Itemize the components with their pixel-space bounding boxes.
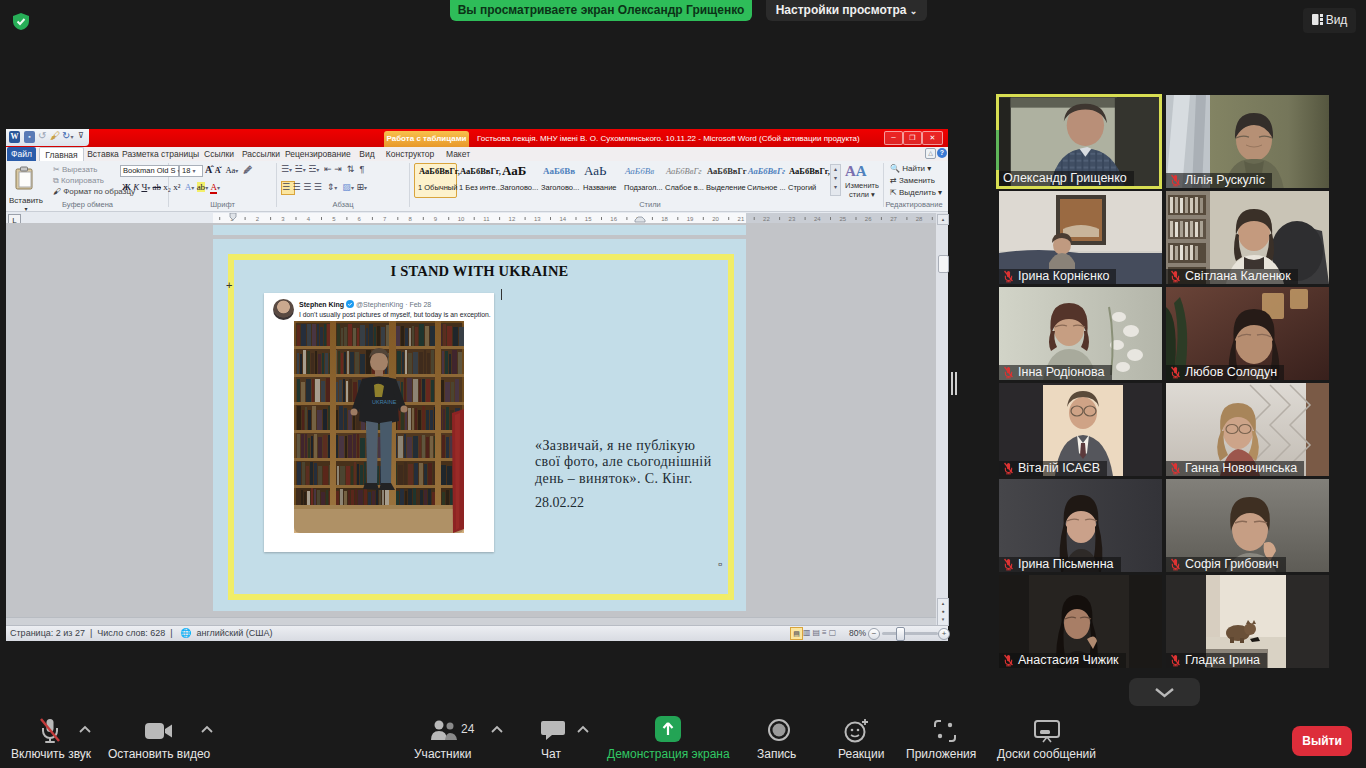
svg-text:10: 10	[458, 216, 465, 222]
svg-text:18: 18	[661, 216, 668, 222]
svg-text:24: 24	[814, 216, 821, 222]
svg-text:14: 14	[559, 216, 566, 222]
svg-text:6: 6	[358, 216, 362, 222]
svg-text:25: 25	[839, 216, 846, 222]
svg-text:13: 13	[534, 216, 541, 222]
svg-text:11: 11	[483, 216, 490, 222]
svg-text:5: 5	[332, 216, 336, 222]
svg-text:19: 19	[687, 216, 694, 222]
svg-text:28: 28	[916, 216, 923, 222]
svg-text:21: 21	[738, 216, 745, 222]
svg-text:16: 16	[610, 216, 617, 222]
svg-text:9: 9	[434, 216, 438, 222]
svg-text:15: 15	[585, 216, 592, 222]
svg-text:20: 20	[712, 216, 719, 222]
svg-text:27: 27	[890, 216, 897, 222]
svg-text:3: 3	[281, 216, 285, 222]
svg-text:22: 22	[763, 216, 770, 222]
svg-text:26: 26	[865, 216, 872, 222]
svg-text:23: 23	[789, 216, 796, 222]
svg-text:12: 12	[509, 216, 516, 222]
svg-text:2: 2	[256, 216, 260, 222]
svg-text:4: 4	[307, 216, 311, 222]
svg-text:7: 7	[383, 216, 387, 222]
svg-text:8: 8	[408, 216, 412, 222]
